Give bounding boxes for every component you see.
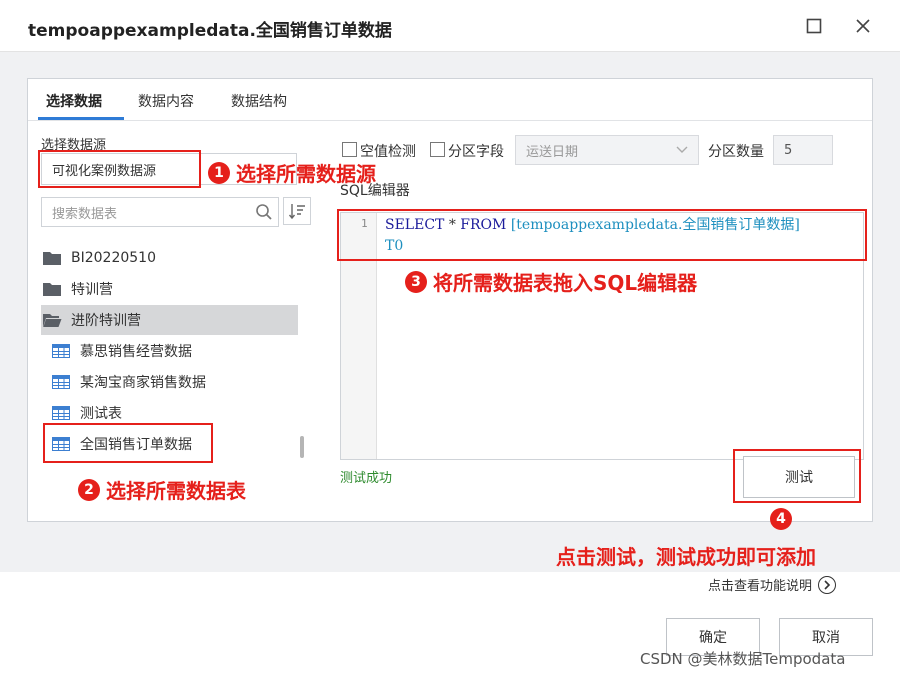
step-number-3: 3	[405, 270, 427, 293]
step-number-1: 1	[208, 161, 230, 184]
annotation-step3-text: 将所需数据表拖入SQL编辑器	[433, 271, 698, 295]
table-icon	[50, 373, 72, 391]
partition-field-select[interactable]: 运送日期	[515, 135, 699, 165]
annotation-box-test	[733, 449, 861, 503]
partition-field-label: 分区字段	[448, 144, 504, 160]
partition-field-value: 运送日期	[526, 144, 579, 160]
tree-folder-label: BI20220510	[71, 250, 156, 266]
tree-table-mousi[interactable]: 慕思销售经营数据	[50, 336, 298, 366]
chevron-down-icon	[676, 146, 688, 153]
annotation-step2: 2 选择所需数据表	[78, 475, 246, 504]
maximize-icon	[806, 18, 822, 34]
watermark: CSDN @美林数据Tempodata	[640, 650, 846, 668]
annotation-step4-marker: 4	[770, 508, 798, 530]
table-search-input[interactable]: 搜索数据表	[41, 197, 279, 227]
tree-folder-label: 进阶特训营	[71, 313, 141, 329]
partition-count-input[interactable]: 5	[773, 135, 833, 165]
tab-data-structure[interactable]: 数据结构	[231, 91, 287, 111]
active-tab-indicator	[38, 117, 124, 120]
annotation-box-table	[43, 423, 213, 463]
tab-bar: 选择数据 数据内容 数据结构	[28, 79, 872, 121]
table-icon	[50, 342, 72, 360]
tree-scrollbar[interactable]	[300, 436, 304, 458]
tree-table-label: 慕思销售经营数据	[80, 344, 192, 360]
step-number-4: 4	[770, 508, 792, 530]
search-placeholder: 搜索数据表	[52, 206, 118, 222]
close-icon	[856, 19, 870, 33]
sort-icon	[288, 204, 305, 220]
folder-icon	[41, 249, 63, 267]
folder-open-icon	[41, 311, 63, 329]
search-icon[interactable]	[253, 201, 275, 223]
title-bar: tempoappexampledata.全国销售订单数据	[0, 0, 900, 52]
annotation-step1: 1 选择所需数据源	[208, 158, 376, 187]
annotation-step3: 3 将所需数据表拖入SQL编辑器	[405, 267, 697, 296]
partition-field-checkbox[interactable]	[430, 142, 445, 157]
tree-table-label: 测试表	[80, 406, 122, 422]
annotation-box-sql	[337, 209, 867, 261]
annotation-step4-text: 点击测试，测试成功即可添加	[556, 545, 816, 569]
tree-folder-label: 特训营	[71, 282, 113, 298]
partition-count-value: 5	[784, 142, 793, 158]
annotation-box-datasource	[38, 150, 201, 188]
tree-folder-training[interactable]: 特训营	[41, 274, 298, 304]
chevron-right-circle-icon	[818, 575, 837, 594]
annotation-step2-text: 选择所需数据表	[106, 479, 246, 503]
tree-table-taobao[interactable]: 某淘宝商家销售数据	[50, 367, 298, 397]
annotation-step1-text: 选择所需数据源	[236, 162, 376, 186]
tree-table-label: 某淘宝商家销售数据	[80, 375, 206, 391]
sort-button[interactable]	[283, 197, 311, 225]
folder-icon	[41, 280, 63, 298]
tab-select-data[interactable]: 选择数据	[46, 91, 102, 111]
null-check-checkbox[interactable]	[342, 142, 357, 157]
help-link[interactable]: 点击查看功能说明	[708, 575, 837, 594]
help-text: 点击查看功能说明	[708, 579, 813, 594]
table-icon	[50, 404, 72, 422]
maximize-button[interactable]	[798, 10, 830, 42]
test-success-text: 测试成功	[340, 471, 393, 486]
tab-data-content[interactable]: 数据内容	[138, 91, 194, 111]
tree-folder-advanced-training[interactable]: 进阶特训营	[41, 305, 298, 335]
close-button[interactable]	[847, 10, 879, 42]
annotation-step4: 点击测试，测试成功即可添加	[556, 541, 816, 570]
partition-count-label: 分区数量	[708, 144, 764, 160]
tree-folder-bi20220510[interactable]: BI20220510	[41, 243, 298, 273]
step-number-2: 2	[78, 478, 100, 501]
window-title: tempoappexampledata.全国销售订单数据	[28, 21, 392, 41]
